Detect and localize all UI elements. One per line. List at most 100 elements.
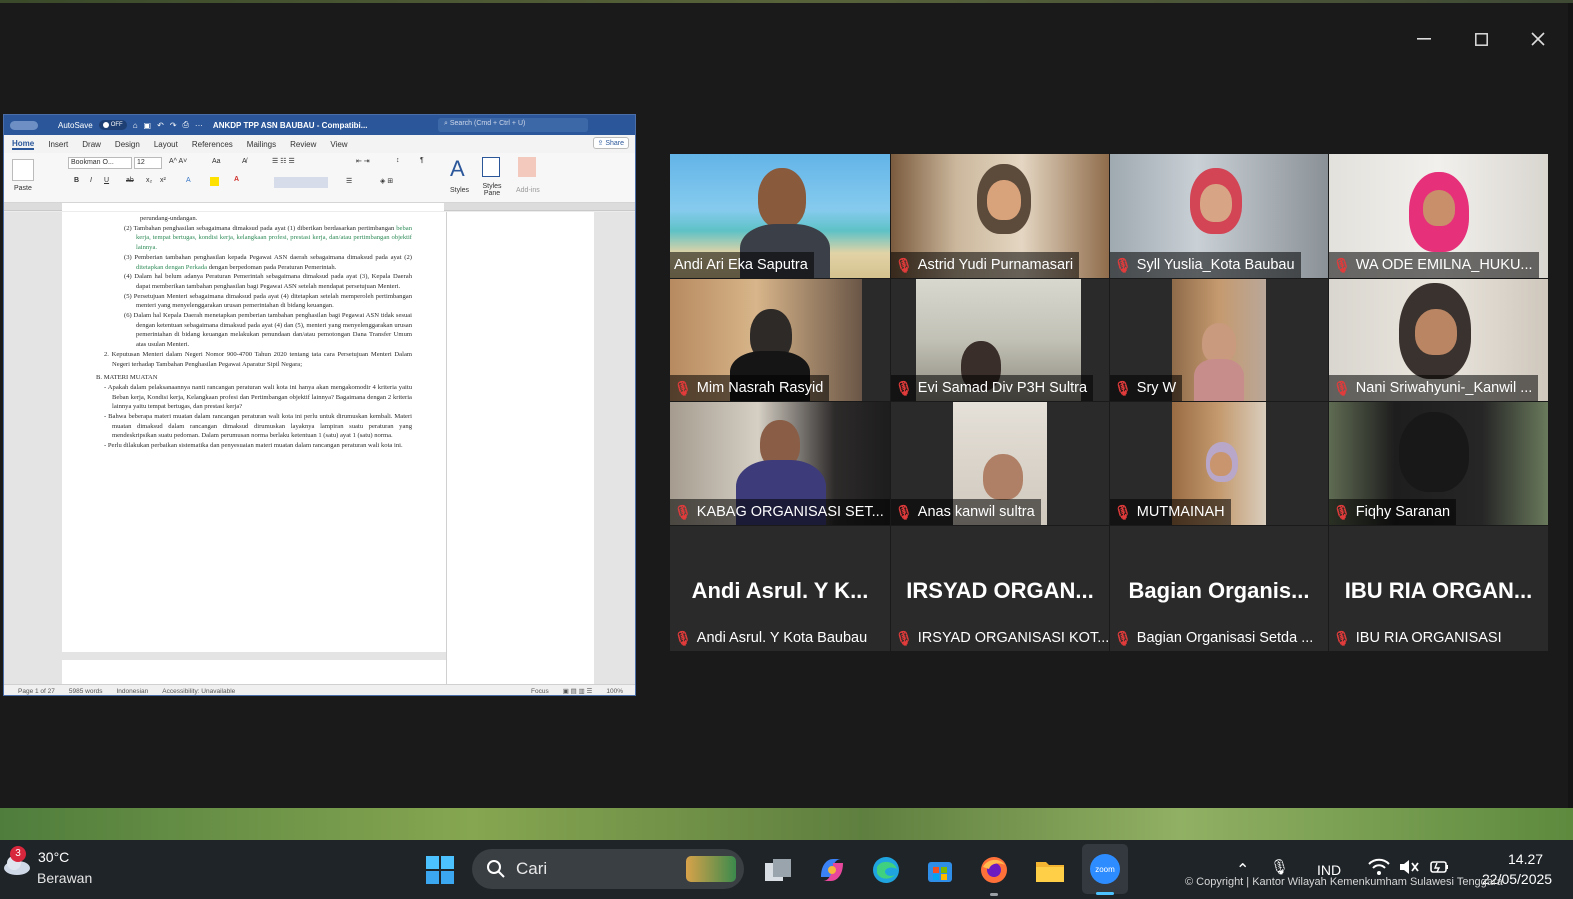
participant-tile[interactable]: 🎙 Mim Nasrah Rasyid (670, 279, 890, 401)
italic-icon[interactable]: I (90, 177, 92, 184)
focus-button[interactable]: Focus (531, 688, 549, 695)
participant-name: 🎙 IRSYAD ORGANISASI KOT... (895, 629, 1109, 647)
muted-mic-icon: 🎙 (1333, 629, 1351, 646)
view-icons[interactable]: ▣ ▤ ▥ ☰ (563, 687, 593, 695)
participant-name: 🎙 Bagian Organisasi Setda ... (1114, 629, 1314, 647)
home-icon[interactable]: ⌂ (133, 121, 138, 130)
muted-mic-icon: 🎙 (1333, 503, 1351, 520)
undo-icon[interactable]: ↶ (157, 121, 164, 130)
search-label: Cari (516, 859, 548, 878)
strikethrough-icon[interactable]: ab (126, 177, 134, 184)
participant-tile[interactable]: 🎙 Fiqhy Saranan (1329, 402, 1548, 525)
participant-tile[interactable]: Andi Ari Eka Saputra (670, 154, 890, 278)
participant-tile[interactable]: 🎙 WA ODE EMILNA_HUKU... (1329, 154, 1548, 278)
styles-pane-label: Styles Pane (482, 183, 502, 197)
participant-tile[interactable]: Andi Asrul. Y K... 🎙 Andi Asrul. Y Kota B… (670, 526, 890, 651)
participant-tile[interactable]: IRSYAD ORGAN... 🎙 IRSYAD ORGANISASI KOT..… (891, 526, 1109, 651)
participant-tile[interactable]: 🎙 Sry W (1110, 279, 1328, 401)
tab-references[interactable]: References (192, 140, 233, 149)
participant-tile[interactable]: 🎙 Evi Samad Div P3H Sultra (891, 279, 1109, 401)
text-effects-icon[interactable]: A (186, 177, 191, 184)
autosave-toggle[interactable]: OFF (98, 120, 127, 130)
paste-icon[interactable] (12, 159, 34, 181)
share-button[interactable]: ⇪ Share (592, 137, 629, 149)
document-canvas: perundang-undangan. (2) Tambahan penghas… (4, 212, 635, 690)
line-spacing-icon[interactable]: ☰ (346, 177, 352, 185)
page-count[interactable]: Page 1 of 27 (18, 688, 55, 695)
highlight-icon[interactable] (210, 177, 219, 186)
participant-display-name: Andi Asrul. Y K... (691, 578, 869, 603)
underline-icon[interactable]: U (104, 177, 109, 184)
participant-tile[interactable]: 🎙 Nani Sriwahyuni-_Kanwil ... (1329, 279, 1548, 401)
participant-tile[interactable]: Bagian Organis... 🎙 Bagian Organisasi Set… (1110, 526, 1328, 651)
participant-tile[interactable]: 🎙 KABAG ORGANISASI SET... (670, 402, 890, 525)
edge-icon[interactable] (866, 840, 906, 899)
doc-paragraph-6: (6) Dalam hal Kepala Daerah menetapkan p… (124, 312, 412, 349)
styles-pane-icon[interactable] (482, 157, 500, 177)
weather-widget[interactable]: 3 (2, 846, 32, 878)
language-status[interactable]: Indonesian (116, 688, 148, 695)
indent-icon[interactable]: ⇤ ⇥ (356, 157, 370, 165)
participant-tile[interactable]: 🎙 Anas kanwil sultra (891, 402, 1109, 525)
tab-insert[interactable]: Insert (48, 140, 68, 149)
print-icon[interactable]: ⎙ (183, 120, 189, 130)
weather-condition: Berawan (37, 870, 93, 886)
tab-review[interactable]: Review (290, 140, 316, 149)
font-grow-icon[interactable]: A^ A˅ (169, 158, 187, 165)
participant-name: 🎙 Mim Nasrah Rasyid (670, 375, 830, 401)
participant-name: 🎙 Fiqhy Saranan (1329, 499, 1457, 525)
clock-time[interactable]: 14.27 (1508, 851, 1543, 867)
tab-mailings[interactable]: Mailings (247, 140, 276, 149)
superscript-icon[interactable]: x² (160, 177, 166, 184)
change-case-icon[interactable]: Aa (212, 158, 221, 165)
more-icon[interactable]: ··· (195, 121, 203, 130)
firefox-icon[interactable] (974, 840, 1014, 899)
word-search-box[interactable]: ⌕ Search (Cmd + Ctrl + U) (438, 118, 588, 132)
copilot-icon[interactable] (812, 840, 852, 899)
weather-badge: 3 (10, 846, 26, 862)
styles-icon[interactable]: A (450, 156, 465, 182)
save-icon[interactable]: ▣ (144, 121, 152, 130)
accessibility-status[interactable]: Accessibility: Unavailable (162, 688, 235, 695)
pilcrow-icon[interactable]: ¶ (420, 157, 424, 164)
taskbar-search[interactable]: Cari (472, 849, 744, 889)
participant-name: 🎙 MUTMAINAH (1110, 499, 1231, 525)
maximize-icon[interactable] (1467, 25, 1495, 53)
participant-display-name: IBU RIA ORGAN... (1344, 578, 1533, 603)
file-explorer-icon[interactable] (1030, 840, 1070, 899)
close-icon[interactable] (1524, 25, 1552, 53)
word-count[interactable]: 5985 words (69, 688, 103, 695)
zoom-level[interactable]: 100% (606, 688, 623, 695)
subscript-icon[interactable]: x₂ (146, 177, 152, 184)
redo-icon[interactable]: ↷ (170, 121, 177, 130)
participant-tile[interactable]: 🎙 Astrid Yudi Purnamasari (891, 154, 1109, 278)
sort-icon[interactable]: ↕ (396, 157, 400, 164)
muted-mic-icon: 🎙 (1114, 629, 1132, 646)
document-page: perundang-undangan. (2) Tambahan penghas… (62, 212, 446, 652)
tab-view[interactable]: View (330, 140, 347, 149)
minimize-icon[interactable] (1410, 25, 1438, 53)
participant-name: 🎙 Anas kanwil sultra (891, 499, 1041, 525)
tab-draw[interactable]: Draw (82, 140, 101, 149)
alignment-icons[interactable] (274, 177, 328, 188)
font-size-select[interactable]: 12 (134, 157, 162, 169)
tab-design[interactable]: Design (115, 140, 140, 149)
tab-layout[interactable]: Layout (154, 140, 178, 149)
font-name-select[interactable]: Bookman O... (68, 157, 132, 169)
addins-icon[interactable] (518, 157, 536, 177)
shading-icon[interactable]: ◈ ⊞ (380, 177, 393, 185)
muted-mic-icon: 🎙 (1114, 379, 1132, 396)
participant-tile[interactable]: 🎙 MUTMAINAH (1110, 402, 1328, 525)
participant-tile[interactable]: 🎙 Syll Yuslia_Kota Baubau (1110, 154, 1328, 278)
bold-icon[interactable]: B (74, 177, 79, 184)
zoom-icon[interactable]: zoom (1082, 844, 1128, 895)
start-icon[interactable] (420, 840, 460, 899)
store-icon[interactable] (920, 840, 960, 899)
location-mic-icon[interactable]: 🎙 (1270, 858, 1289, 876)
tab-home[interactable]: Home (12, 139, 35, 150)
participant-tile[interactable]: IBU RIA ORGAN... 🎙 IBU RIA ORGANISASI (1329, 526, 1548, 651)
font-color-icon[interactable]: A (234, 176, 239, 183)
task-view-icon[interactable] (758, 840, 798, 899)
clear-format-icon[interactable]: A̸ (242, 158, 247, 165)
bullets-icon[interactable]: ☰ ☷ ☰ (272, 157, 295, 165)
